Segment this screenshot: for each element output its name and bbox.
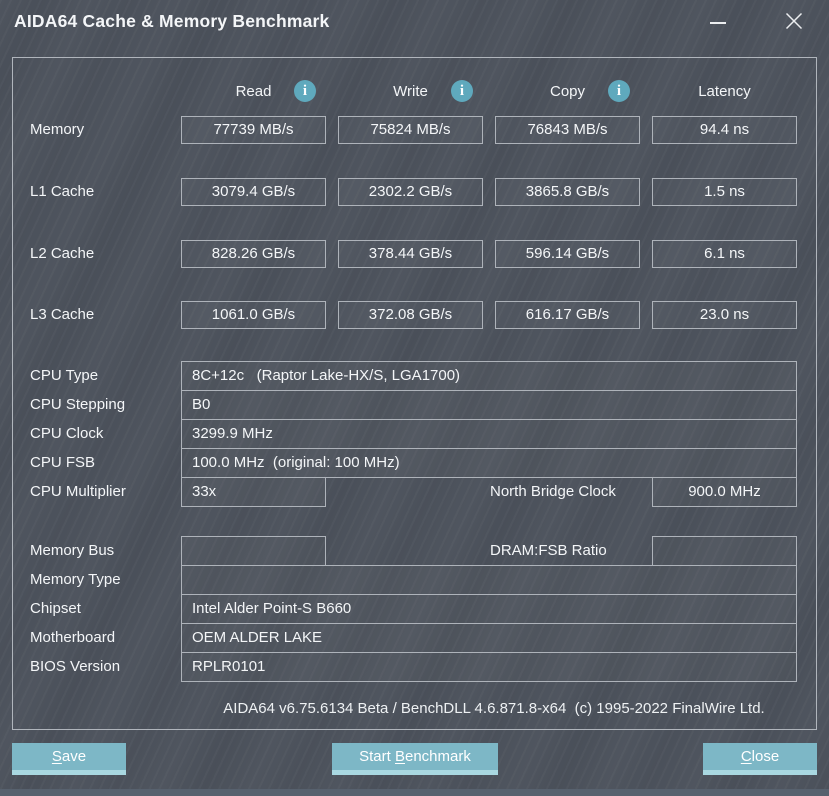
minimize-icon xyxy=(710,22,726,24)
memory-write-value: 75824 MB/s xyxy=(338,116,483,144)
column-header-copy-label: Copy xyxy=(550,83,585,100)
column-header-latency: Latency xyxy=(652,81,797,103)
read-info-icon[interactable]: i xyxy=(294,80,316,102)
row-label-cpu-stepping: CPU Stepping xyxy=(30,395,125,415)
motherboard-value: OEM ALDER LAKE xyxy=(181,623,797,653)
l1-copy-value: 3865.8 GB/s xyxy=(495,178,640,206)
column-header-write-label: Write xyxy=(393,83,428,100)
cpu-clock-value: 3299.9 MHz xyxy=(181,419,797,449)
close-label-post: lose xyxy=(752,748,780,765)
titlebar-close-button[interactable] xyxy=(780,8,808,34)
memory-read-value: 77739 MB/s xyxy=(181,116,326,144)
write-info-icon[interactable]: i xyxy=(451,80,473,102)
dram-fsb-ratio-value xyxy=(652,536,797,566)
column-header-read-label: Read xyxy=(236,83,272,100)
close-icon xyxy=(785,12,803,30)
row-label-chipset: Chipset xyxy=(30,599,81,619)
column-header-copy: Copy i xyxy=(495,81,640,103)
cpu-stepping-value: B0 xyxy=(181,390,797,420)
row-label-memory-type: Memory Type xyxy=(30,570,121,590)
save-button[interactable]: Save xyxy=(12,743,126,775)
dram-fsb-ratio-label: DRAM:FSB Ratio xyxy=(490,536,607,566)
close-button[interactable]: Close xyxy=(703,743,817,775)
row-label-bios-version: BIOS Version xyxy=(30,657,120,677)
bios-version-value: RPLR0101 xyxy=(181,652,797,682)
cpu-fsb-value: 100.0 MHz (original: 100 MHz) xyxy=(181,448,797,478)
row-label-motherboard: Motherboard xyxy=(30,628,115,648)
memory-latency-value: 94.4 ns xyxy=(652,116,797,144)
row-label-l3-cache: L3 Cache xyxy=(30,305,94,325)
l1-read-value: 3079.4 GB/s xyxy=(181,178,326,206)
window-title: AIDA64 Cache & Memory Benchmark xyxy=(14,11,329,32)
row-label-cpu-multiplier: CPU Multiplier xyxy=(30,482,126,502)
l3-copy-value: 616.17 GB/s xyxy=(495,301,640,329)
start-benchmark-button[interactable]: Start Benchmark xyxy=(332,743,498,775)
memory-bus-value xyxy=(181,536,326,566)
l2-write-value: 378.44 GB/s xyxy=(338,240,483,268)
start-label-accel: B xyxy=(395,748,405,765)
minimize-button[interactable] xyxy=(704,10,732,36)
l2-latency-value: 6.1 ns xyxy=(652,240,797,268)
cpu-multiplier-value: 33x xyxy=(181,477,326,507)
l3-latency-value: 23.0 ns xyxy=(652,301,797,329)
north-bridge-clock-value: 900.0 MHz xyxy=(652,477,797,507)
row-label-cpu-clock: CPU Clock xyxy=(30,424,103,444)
row-label-cpu-type: CPU Type xyxy=(30,366,98,386)
window-bottom-strip xyxy=(0,789,829,796)
row-label-memory-bus: Memory Bus xyxy=(30,541,114,561)
column-header-read: Read i xyxy=(181,81,326,103)
row-label-l2-cache: L2 Cache xyxy=(30,244,94,264)
close-label-accel: C xyxy=(741,748,752,765)
chipset-value: Intel Alder Point-S B660 xyxy=(181,594,797,624)
l2-copy-value: 596.14 GB/s xyxy=(495,240,640,268)
copy-info-icon[interactable]: i xyxy=(608,80,630,102)
start-label-post: enchmark xyxy=(405,748,471,765)
cpu-type-value: 8C+12c (Raptor Lake-HX/S, LGA1700) xyxy=(181,361,797,391)
save-label-post: ave xyxy=(62,748,86,765)
save-label-accel: S xyxy=(52,748,62,765)
north-bridge-clock-label: North Bridge Clock xyxy=(490,477,616,507)
version-text: AIDA64 v6.75.6134 Beta / BenchDLL 4.6.87… xyxy=(181,700,807,717)
memory-copy-value: 76843 MB/s xyxy=(495,116,640,144)
memory-type-value xyxy=(181,565,797,595)
column-header-write: Write i xyxy=(338,81,483,103)
l3-read-value: 1061.0 GB/s xyxy=(181,301,326,329)
row-label-memory: Memory xyxy=(30,120,84,140)
l2-read-value: 828.26 GB/s xyxy=(181,240,326,268)
l3-write-value: 372.08 GB/s xyxy=(338,301,483,329)
l1-latency-value: 1.5 ns xyxy=(652,178,797,206)
start-label-pre: Start xyxy=(359,748,395,765)
column-header-latency-label: Latency xyxy=(698,83,751,100)
row-label-l1-cache: L1 Cache xyxy=(30,182,94,202)
l1-write-value: 2302.2 GB/s xyxy=(338,178,483,206)
row-label-cpu-fsb: CPU FSB xyxy=(30,453,95,473)
